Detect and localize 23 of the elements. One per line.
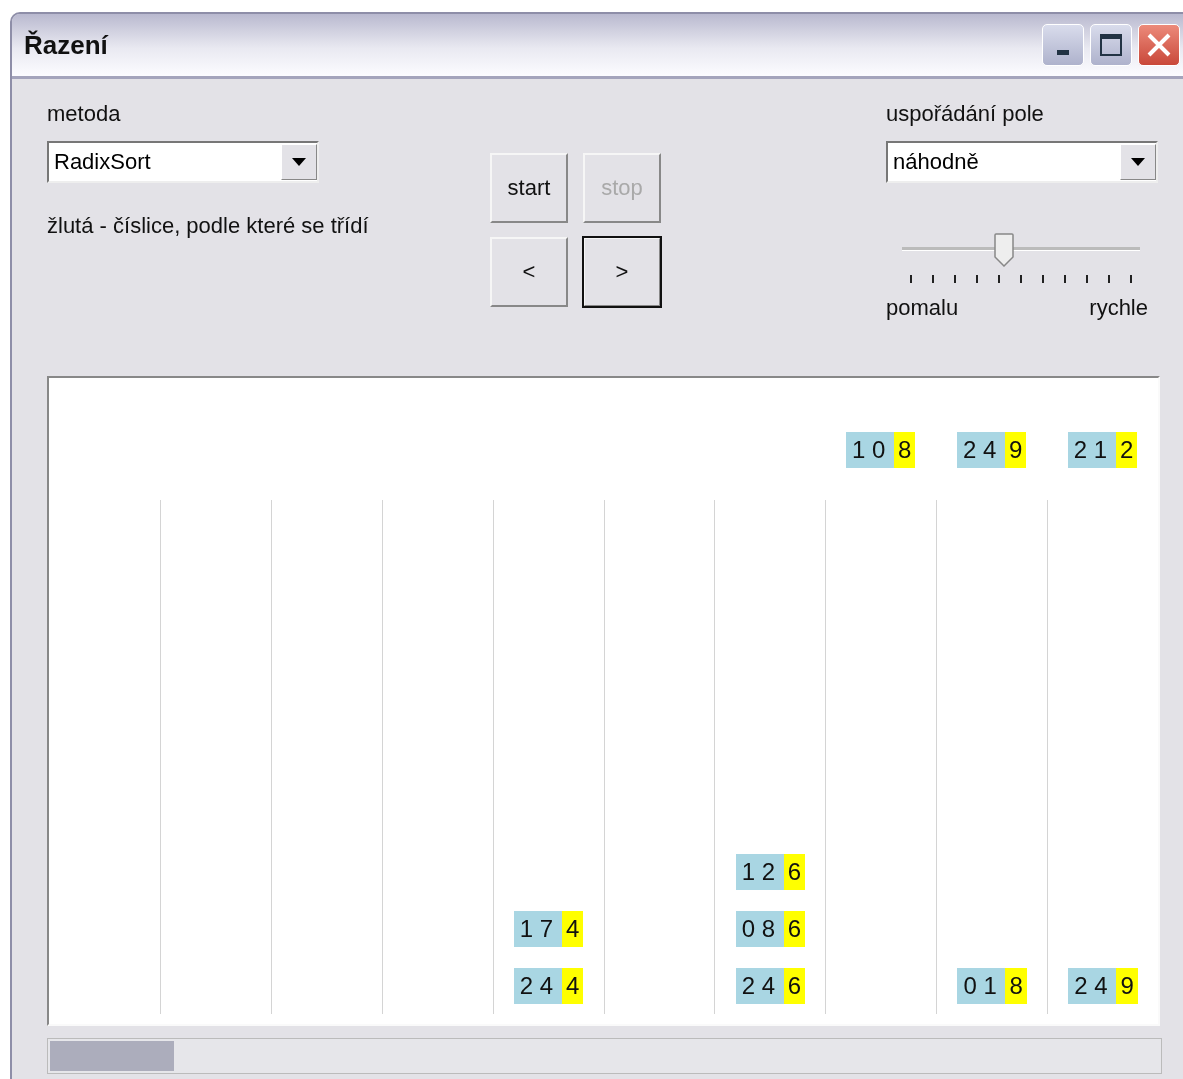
minimize-icon	[1057, 49, 1069, 55]
maximize-icon	[1099, 33, 1123, 57]
close-icon	[1146, 32, 1172, 58]
close-button[interactable]	[1138, 24, 1180, 66]
window-title: Řazení	[24, 29, 108, 61]
horizontal-scrollbar[interactable]	[47, 1038, 1162, 1074]
control-button[interactable]: >	[583, 237, 661, 307]
method-label: metoda	[47, 101, 121, 127]
speed-slider[interactable]	[902, 233, 1140, 267]
minimize-button[interactable]	[1042, 24, 1084, 66]
method-dropdown[interactable]: RadixSort	[47, 141, 319, 183]
control-button[interactable]: start	[490, 153, 568, 223]
fast-label: rychle	[1089, 295, 1148, 321]
scrollbar-thumb[interactable]	[50, 1041, 174, 1071]
dropdown-arrow-icon	[292, 158, 306, 166]
slow-label: pomalu	[886, 295, 959, 321]
dropdown-arrow-icon	[1131, 158, 1145, 166]
maximize-button[interactable]	[1090, 24, 1132, 66]
legend-text: žlutá - číslice, podle které se třídí	[47, 213, 370, 239]
control-button[interactable]: <	[490, 237, 568, 307]
arrangement-label: uspořádání pole	[886, 101, 1044, 127]
slider-thumb[interactable]	[994, 233, 1015, 267]
arrangement-dropdown[interactable]: náhodně	[886, 141, 1158, 183]
